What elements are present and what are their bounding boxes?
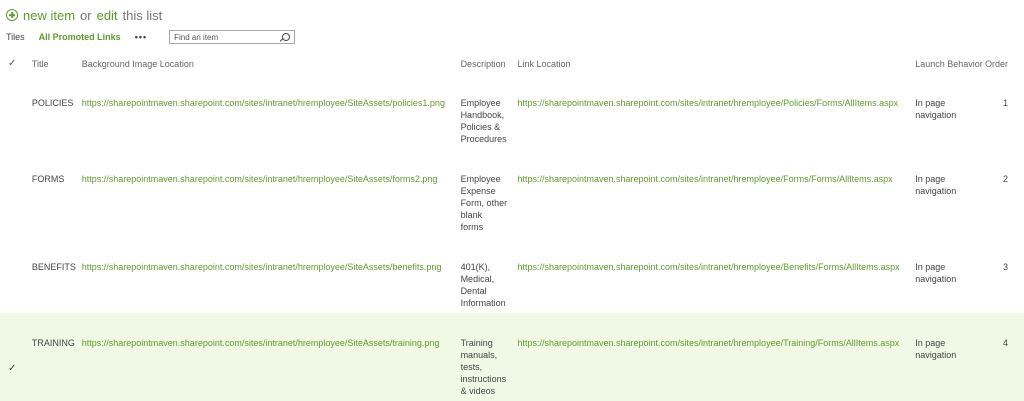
- this-list-text: this list: [122, 7, 163, 23]
- column-header-launch-behavior[interactable]: Launch Behavior: [915, 55, 985, 72]
- title-cell[interactable]: BENEFITS: [32, 237, 82, 313]
- order-cell: 2: [1002, 174, 1008, 184]
- launch-line: navigation: [915, 186, 957, 196]
- view-tiles[interactable]: Tiles: [6, 32, 25, 42]
- add-circle-icon[interactable]: [6, 9, 18, 21]
- launch-behavior-cell: In page navigation: [915, 237, 985, 313]
- search-box: [169, 30, 296, 44]
- description-line: Information: [460, 298, 506, 308]
- title-cell[interactable]: FORMS: [32, 149, 82, 237]
- description-line: Training: [460, 338, 493, 348]
- description-line: Medical,: [460, 274, 495, 284]
- description-line: Employee: [460, 98, 501, 108]
- search-input[interactable]: [170, 31, 287, 43]
- description-line: & videos: [460, 386, 496, 396]
- row-select-cell[interactable]: [0, 149, 32, 237]
- table-row[interactable]: FORMS https://sharepointmaven.sharepoint…: [0, 149, 1024, 237]
- description-cell: Employee Expense Form, other blank forms: [461, 149, 518, 237]
- order-cell: 4: [1002, 338, 1008, 348]
- link-location-link[interactable]: https://sharepointmaven.sharepoint.com/s…: [517, 149, 915, 237]
- table-row[interactable]: BENEFITS https://sharepointmaven.sharepo…: [0, 237, 1024, 313]
- description-line: Employee: [460, 174, 501, 184]
- list-header-bar: new item or edit this list: [6, 6, 162, 24]
- table-row-selected[interactable]: ✓ TRAINING https://sharepointmaven.share…: [0, 313, 1024, 401]
- more-views-ellipsis-icon[interactable]: •••: [135, 32, 147, 42]
- order-cell: 1: [1002, 98, 1008, 108]
- edit-list-link[interactable]: edit: [97, 8, 118, 23]
- promoted-links-table: ✓ Title Background Image Location Descri…: [0, 55, 1024, 401]
- description-line: Procedures: [460, 134, 507, 144]
- launch-behavior-cell: In page navigation: [915, 72, 985, 149]
- launch-line: In page: [915, 174, 946, 184]
- search-icon[interactable]: [282, 33, 291, 41]
- table-row[interactable]: POLICIES https://sharepointmaven.sharepo…: [0, 72, 1024, 149]
- description-line: manuals,: [460, 350, 498, 360]
- description-line: 401(K),: [460, 262, 491, 272]
- background-image-link[interactable]: https://sharepointmaven.sharepoint.com/s…: [82, 149, 461, 237]
- launch-behavior-cell: In page navigation: [915, 149, 985, 237]
- link-location-link[interactable]: https://sharepointmaven.sharepoint.com/s…: [517, 313, 915, 401]
- title-cell[interactable]: TRAINING: [32, 313, 82, 401]
- launch-line: In page: [915, 262, 946, 272]
- column-header-description[interactable]: Description: [461, 55, 518, 72]
- or-text: or: [80, 7, 92, 23]
- description-cell: 401(K), Medical, Dental Information: [461, 237, 518, 313]
- launch-line: navigation: [915, 274, 957, 284]
- description-line: blank: [460, 210, 483, 220]
- column-header-link-location[interactable]: Link Location: [517, 55, 915, 72]
- column-header-background-image[interactable]: Background Image Location: [82, 55, 461, 72]
- description-line: Policies &: [460, 122, 501, 132]
- launch-line: navigation: [915, 110, 957, 120]
- description-line: forms: [460, 222, 484, 232]
- title-cell[interactable]: POLICIES: [32, 72, 82, 149]
- description-line: Dental: [460, 286, 487, 296]
- background-image-link[interactable]: https://sharepointmaven.sharepoint.com/s…: [82, 72, 461, 149]
- row-select-cell[interactable]: ✓: [0, 313, 32, 401]
- column-header-title[interactable]: Title: [32, 55, 82, 72]
- launch-line: In page: [915, 338, 946, 348]
- table-header-row: ✓ Title Background Image Location Descri…: [0, 55, 1024, 72]
- description-line: Expense: [460, 186, 496, 196]
- new-item-link[interactable]: new item: [23, 8, 75, 23]
- row-selected-check-icon[interactable]: ✓: [8, 363, 16, 375]
- view-all-promoted-links[interactable]: All Promoted Links: [39, 32, 121, 42]
- launch-line: navigation: [915, 350, 957, 360]
- description-line: Handbook,: [460, 110, 505, 120]
- description-cell: Training manuals, tests, instructions & …: [461, 313, 518, 401]
- view-selector-bar: Tiles All Promoted Links •••: [6, 28, 296, 46]
- row-select-cell[interactable]: [0, 72, 32, 149]
- column-header-order[interactable]: Order: [985, 55, 1024, 72]
- description-line: tests,: [460, 362, 483, 372]
- background-image-link[interactable]: https://sharepointmaven.sharepoint.com/s…: [82, 313, 461, 401]
- order-cell: 3: [1002, 262, 1008, 272]
- description-line: instructions: [460, 374, 507, 384]
- description-line: Form, other: [460, 198, 508, 208]
- description-cell: Employee Handbook, Policies & Procedures: [461, 72, 518, 149]
- background-image-link[interactable]: https://sharepointmaven.sharepoint.com/s…: [82, 237, 461, 313]
- launch-line: In page: [915, 98, 946, 108]
- row-select-cell[interactable]: [0, 237, 32, 313]
- link-location-link[interactable]: https://sharepointmaven.sharepoint.com/s…: [517, 237, 915, 313]
- launch-behavior-cell: In page navigation: [915, 313, 985, 401]
- link-location-link[interactable]: https://sharepointmaven.sharepoint.com/s…: [517, 72, 915, 149]
- select-all-check-icon[interactable]: ✓: [0, 55, 32, 72]
